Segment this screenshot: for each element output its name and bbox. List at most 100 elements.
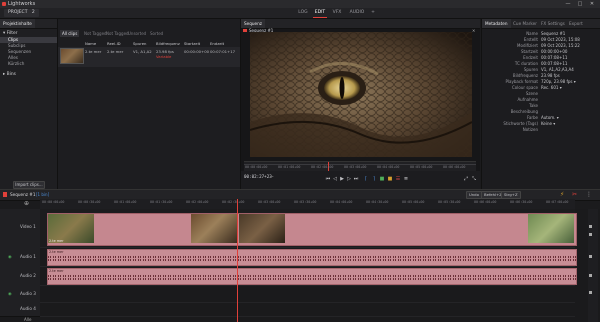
app-title: Lightworks xyxy=(8,1,36,7)
razor-icon[interactable]: ✂ xyxy=(572,191,577,198)
undo-shortcut-badge[interactable]: Strg+Z xyxy=(501,191,521,199)
video-clip-label: 2.te mer xyxy=(49,239,64,243)
close-window-button[interactable]: ✕ xyxy=(586,0,598,8)
tab-metadaten[interactable]: Metadaten xyxy=(482,19,511,28)
timeline-playhead[interactable] xyxy=(237,199,238,322)
go-to-end-icon[interactable]: ⏭ xyxy=(353,176,359,182)
track-lane-audio-1[interactable]: 2.te mer xyxy=(40,247,577,267)
cell-tracks: V1, A1,A2 xyxy=(133,49,152,54)
project-menu-button[interactable]: PROJECT 2 xyxy=(4,9,39,17)
col-endzeit[interactable]: Endzeit xyxy=(210,41,224,46)
video-clip[interactable]: 2.te mer xyxy=(47,213,577,246)
pool-tab-all-clips[interactable]: All clips xyxy=(60,30,80,37)
timeline-ruler[interactable]: 00:00:00+00 00:00:30+00 00:01:00+00 00:01:3… xyxy=(40,199,575,209)
timeline-ruler-tick: 00:03:30+00 xyxy=(294,200,317,204)
sequence-marker-icon xyxy=(243,29,247,32)
tab-vfx[interactable]: VFX xyxy=(330,9,344,17)
waveform xyxy=(48,256,576,258)
track-header-audio-3[interactable]: Audio 3 ◉ xyxy=(0,285,40,303)
pool-tab-sorted[interactable]: Sorted xyxy=(148,30,165,37)
clip-thumbnail[interactable] xyxy=(60,48,84,64)
track-name-audio-3: Audio 3 xyxy=(20,291,36,296)
tab-sequenz[interactable]: Sequenz xyxy=(241,19,265,28)
close-viewer-icon[interactable]: ✕ xyxy=(472,28,475,33)
undo-button[interactable]: Undo xyxy=(466,191,482,199)
audio-1-monitor-icon[interactable]: ◉ xyxy=(8,254,12,259)
tab-audio[interactable]: AUDIO xyxy=(348,9,366,17)
track-name-audio-4: Audio 4 xyxy=(20,306,36,311)
timeline-ruler-tick: 00:07:00+00 xyxy=(546,200,569,204)
settings-icon[interactable]: ≣ xyxy=(403,176,409,182)
tab-log[interactable]: LOG xyxy=(296,9,310,17)
timeline-ruler-tick: 00:01:30+00 xyxy=(150,200,173,204)
audio-clip-1[interactable]: 2.te mer xyxy=(47,249,577,266)
track-toggle-icon[interactable] xyxy=(589,255,592,258)
col-spuren[interactable]: Spuren xyxy=(133,41,146,46)
track-toggle-icon[interactable] xyxy=(589,291,592,294)
record-icon[interactable]: ☰ xyxy=(395,176,401,182)
main-menu-bar: PROJECT 2 LOG EDIT VFX AUDIO + xyxy=(0,8,600,19)
track-header-video-1[interactable]: Video 1 xyxy=(0,209,40,248)
bins-header[interactable]: ▸ Bins xyxy=(0,71,57,78)
tab-export[interactable]: Export xyxy=(566,19,586,28)
col-startzeit[interactable]: Startzeit xyxy=(184,41,200,46)
add-tab-button[interactable]: + xyxy=(369,9,377,17)
snap-icon[interactable]: ⚡ xyxy=(560,191,564,198)
track-lane-audio-2[interactable]: 2.te mer xyxy=(40,266,577,286)
track-toggle-icon[interactable] xyxy=(589,233,592,236)
tab-projektinhalte[interactable]: Projektinhalte xyxy=(0,19,35,28)
timeline-tracks: Video 1 2.te mer Audio 1 ◉ 2.te mer Audi… xyxy=(0,209,600,322)
col-name[interactable]: Name xyxy=(85,41,96,46)
timeline-menu-icon[interactable]: ⋮ xyxy=(586,191,592,198)
timeline-bin-count[interactable]: [1 bin] xyxy=(36,192,49,197)
overwrite-icon[interactable]: ■ xyxy=(387,176,393,182)
tab-fx-settings[interactable]: FX Settings xyxy=(538,19,568,28)
play-icon[interactable]: ▶ xyxy=(339,176,345,182)
track-toggle-icon[interactable] xyxy=(589,225,592,228)
track-header-audio-2[interactable]: Audio 2 xyxy=(0,266,40,286)
step-back-icon[interactable]: ◁ xyxy=(332,176,338,182)
timeline-ruler-tick: 00:04:30+00 xyxy=(366,200,389,204)
timecode-display[interactable]: 00:02:27+23 xyxy=(244,174,272,179)
track-toggle-icon[interactable] xyxy=(589,274,592,277)
col-reel-id[interactable]: Reel-ID xyxy=(107,41,121,46)
fit-icon[interactable]: ⤡ xyxy=(471,176,477,182)
viewer-ruler-tick: 00:00:00+00 xyxy=(245,165,268,169)
all-tracks-label[interactable]: Alle xyxy=(24,317,31,322)
meta-value[interactable]: Rec. 601 ▾ xyxy=(541,85,600,91)
fullscreen-icon[interactable]: ⤢ xyxy=(463,176,469,182)
clip-thumb-2 xyxy=(191,214,237,243)
minimize-button[interactable]: — xyxy=(562,0,574,8)
tab-cue-marker[interactable]: Cue Marker xyxy=(510,19,540,28)
go-to-start-icon[interactable]: ⏮ xyxy=(325,176,331,182)
left-panel: Projektinhalte ▾ Filter Clips Subclips S… xyxy=(0,19,58,189)
tab-edit[interactable]: EDIT xyxy=(313,9,327,18)
insert-icon[interactable]: ■ xyxy=(379,176,385,182)
audio-clip-2[interactable]: 2.te mer xyxy=(47,268,577,285)
timeline-sequence-name[interactable]: Sequenz #1 xyxy=(10,192,35,197)
left-panel-tabs: Projektinhalte xyxy=(0,19,57,29)
mark-out-icon[interactable]: ⌉ xyxy=(371,176,377,182)
track-name-video-1: Video 1 xyxy=(20,224,36,229)
cell-end: 00:07:01+17 xyxy=(210,49,236,54)
step-forward-icon[interactable]: ▷ xyxy=(346,176,352,182)
track-lane-video-1[interactable]: 2.te mer xyxy=(40,209,577,248)
track-lane-audio-4[interactable] xyxy=(40,302,575,317)
maximize-button[interactable]: □ xyxy=(574,0,586,8)
audio-3-monitor-icon[interactable]: ◉ xyxy=(8,291,12,296)
col-bildfrequenz[interactable]: Bildfrequenz xyxy=(156,41,180,46)
timeline-ruler-tick: 00:04:00+00 xyxy=(330,200,353,204)
mark-in-icon[interactable]: ⌈ xyxy=(363,176,369,182)
track-lane-audio-3[interactable] xyxy=(40,285,575,303)
title-bar: Lightworks — □ ✕ xyxy=(0,0,600,8)
track-header-audio-1[interactable]: Audio 1 ◉ xyxy=(0,247,40,267)
pool-tab-unsorted[interactable]: Unsorted xyxy=(126,30,148,37)
video-frame[interactable] xyxy=(250,32,472,157)
track-header-audio-4[interactable]: Audio 4 xyxy=(0,302,40,317)
zoom-icon[interactable]: ⊕ xyxy=(24,200,29,207)
import-clips-button[interactable]: Import clips... xyxy=(13,181,45,189)
filter-header[interactable]: ▾ Filter xyxy=(0,30,57,37)
timeline-ruler-tick: 00:03:00+00 xyxy=(258,200,281,204)
meta-value[interactable]: Keine ▾ xyxy=(541,121,600,127)
sidebar-item-kuerzlich[interactable]: Kürzlich xyxy=(0,61,57,67)
